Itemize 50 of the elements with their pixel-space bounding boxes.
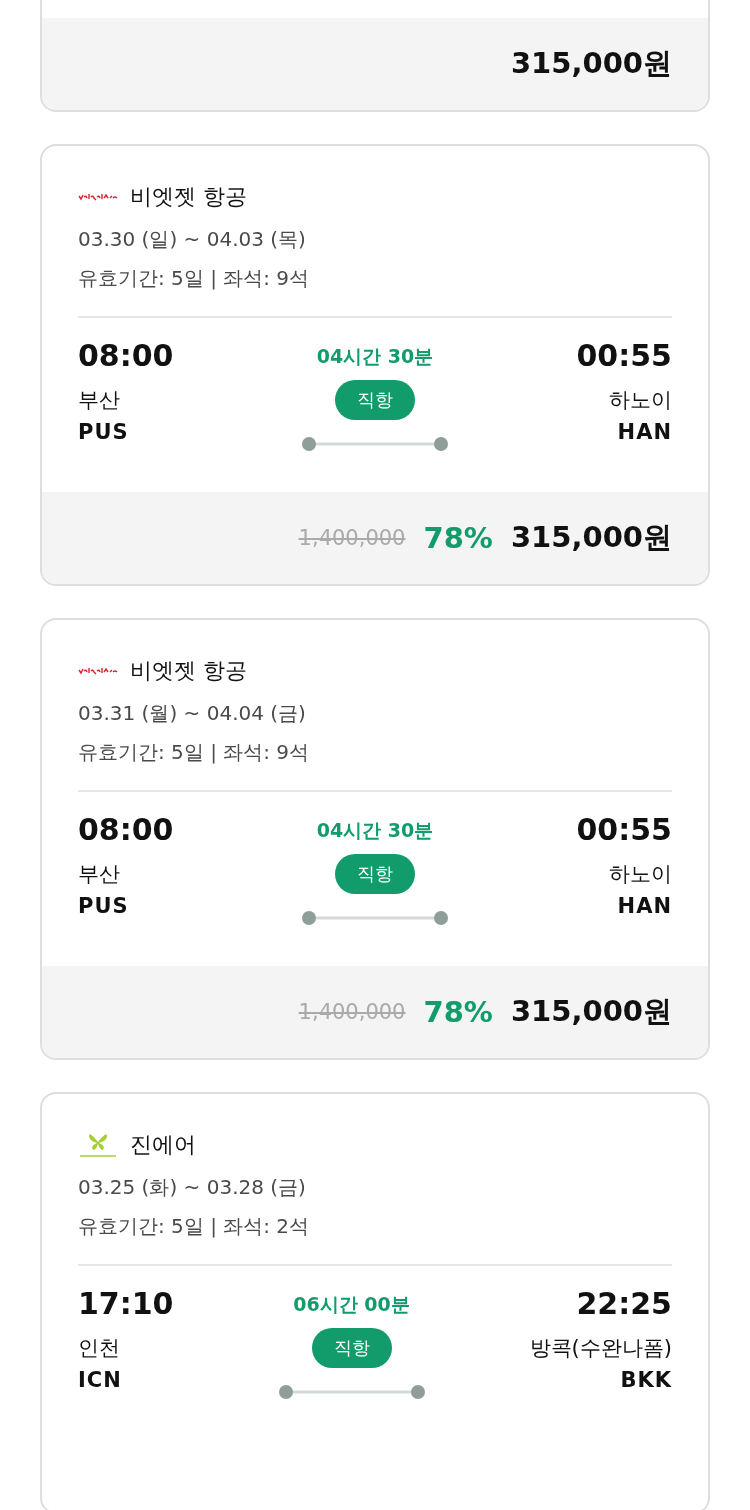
route-line-icon (301, 910, 449, 926)
departure-time: 17:10 (78, 1286, 174, 1323)
direct-flight-badge: 직항 (335, 854, 415, 894)
departure-time: 08:00 (78, 812, 174, 849)
airline-logo-icon (78, 192, 118, 202)
travel-dates: 03.31 (월) ~ 04.04 (금) (78, 700, 307, 727)
flight-duration: 04시간 30분 (316, 344, 434, 369)
validity-seats: 유효기간: 5일 | 좌석: 2석 (78, 1213, 672, 1240)
departure-city: 인천 (78, 1335, 121, 1362)
departure-code: PUS (78, 894, 130, 918)
flight-card[interactable]: 비엣젯 항공 03.31 (월) ~ 04.04 (금) 유효기간: 5일 | 좌석: 9석 08:00 부산 PUS 04시간 30분 직항 00:55 하노이 HAN 1,400,000 78% 315,000원 (40, 618, 710, 1060)
arrival-code: HAN (617, 894, 672, 918)
departure-code: ICN (78, 1368, 123, 1392)
direct-flight-badge: 직항 (311, 1328, 392, 1368)
validity-seats: 유효기간: 5일 | 좌석: 9석 (78, 739, 672, 766)
travel-dates: 03.25 (화) ~ 03.28 (금) (78, 1174, 307, 1201)
departure-city: 부산 (78, 387, 121, 414)
arrival-city: 방콕(수완나폼) (529, 1335, 672, 1362)
travel-dates: 03.30 (일) ~ 04.03 (목) (78, 226, 307, 253)
route-line-icon (301, 436, 449, 452)
discount-rate: 78% (423, 995, 493, 1029)
flight-card[interactable]: 진에어 03.25 (화) ~ 03.28 (금) 유효기간: 5일 | 좌석: 2석 17:10 인천 ICN 06시간 00분 직항 22:25 방콕(수완나폼) BKK (40, 1092, 710, 1510)
flight-duration: 04시간 30분 (316, 818, 434, 843)
butterfly-logo-icon (78, 1132, 118, 1158)
arrival-code: BKK (620, 1368, 672, 1392)
flight-card[interactable]: 비엣젯 항공 03.30 (일) ~ 04.03 (목) 유효기간: 5일 | 좌석: 9석 08:00 부산 PUS 04시간 30분 직항 00:55 하노이 HAN 1,400,000 78% 315,000원 (40, 144, 710, 586)
departure-city: 부산 (78, 861, 121, 888)
arrival-city: 하노이 (609, 387, 672, 414)
flight-duration: 06시간 00분 (293, 1292, 410, 1317)
original-price: 1,400,000 (298, 526, 406, 550)
arrival-time: 00:55 (576, 812, 672, 849)
arrival-city: 하노이 (609, 861, 672, 888)
airline-name: 비엣젯 항공 (130, 657, 247, 685)
discount-rate: 78% (423, 521, 493, 555)
flight-card[interactable]: 315,000원 (40, 0, 710, 112)
arrival-time: 00:55 (576, 338, 672, 375)
validity-seats: 유효기간: 5일 | 좌석: 9석 (78, 265, 672, 292)
sale-price: 315,000원 (510, 519, 672, 556)
route-line-icon (277, 1384, 426, 1400)
original-price: 1,400,000 (298, 1000, 406, 1024)
airline-name: 비엣젯 항공 (130, 183, 247, 211)
arrival-code: HAN (617, 420, 672, 444)
sale-price: 315,000원 (510, 993, 672, 1030)
departure-time: 08:00 (78, 338, 174, 375)
departure-code: PUS (78, 420, 130, 444)
airline-logo-icon (78, 666, 118, 676)
sale-price: 315,000원 (510, 45, 672, 82)
airline-name: 진에어 (130, 1131, 196, 1159)
arrival-time: 22:25 (576, 1286, 672, 1323)
direct-flight-badge: 직항 (335, 380, 415, 420)
